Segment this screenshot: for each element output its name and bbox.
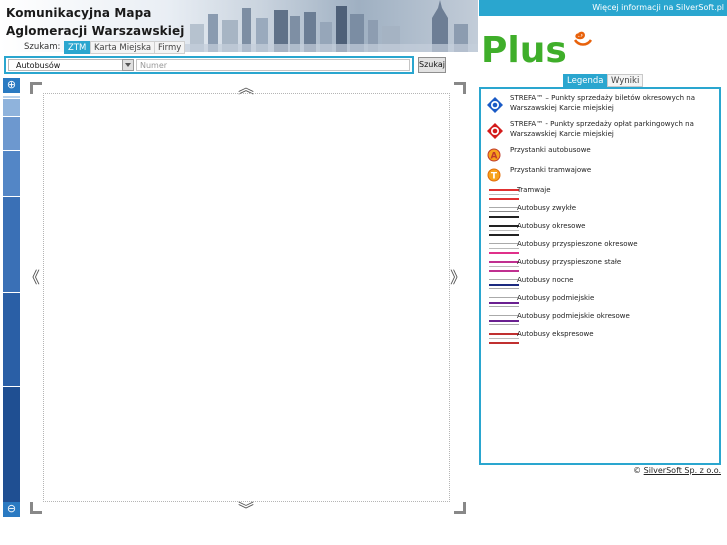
- transport-type-select[interactable]: Autobusów: [8, 59, 134, 71]
- legend-label: Autobusy zwykłe: [517, 204, 577, 212]
- logo-text: Plus: [481, 30, 567, 68]
- search-button[interactable]: Szukaj: [418, 57, 446, 73]
- corner-nw-icon[interactable]: [30, 82, 42, 94]
- legend-item: Autobusy przyspieszone stałe: [481, 257, 719, 275]
- legend-label: STREFA™ - Punkty sprzedaży opłat parking…: [510, 120, 694, 138]
- legend-panel: STREFA™ – Punkty sprzedaży biletów okres…: [479, 87, 721, 465]
- legend-item: Autobusy podmiejskie: [481, 293, 719, 311]
- legend-item: Autobusy podmiejskie okresowe: [481, 311, 719, 329]
- zoom-level-7[interactable]: [3, 386, 20, 502]
- legend-label: Przystanki tramwajowe: [510, 166, 592, 174]
- legend-item: Autobusy okresowe: [481, 221, 719, 239]
- corner-ne-icon[interactable]: [454, 82, 466, 94]
- map-canvas[interactable]: [43, 93, 450, 502]
- bus-stop-icon: A: [487, 148, 501, 162]
- search-box: Autobusów Numer: [4, 56, 414, 74]
- tab-firmy[interactable]: Firmy: [154, 41, 186, 54]
- svg-text:A: A: [491, 152, 498, 162]
- zoom-in-icon[interactable]: ⊕: [3, 78, 20, 93]
- legend-label: Autobusy przyspieszone okresowe: [517, 240, 638, 248]
- logo-smile-icon: [573, 39, 593, 46]
- search-label: Szukam:: [24, 42, 61, 52]
- title-line-1: Komunikacyjna Mapa: [6, 6, 152, 20]
- zoom-level-2[interactable]: [3, 98, 20, 116]
- legend-label: STREFA™ – Punkty sprzedaży biletów okres…: [510, 94, 696, 112]
- logo-swirl-icon: [575, 31, 585, 40]
- pan-down-icon[interactable]: ︾: [238, 502, 254, 518]
- legend-label: Autobusy nocne: [517, 276, 574, 284]
- legend-item: STREFA™ – Punkty sprzedaży biletów okres…: [481, 93, 719, 115]
- corner-sw-icon[interactable]: [30, 502, 42, 514]
- strefa-blue-icon: [487, 97, 503, 113]
- pan-left-icon[interactable]: 《: [24, 270, 40, 286]
- pan-right-icon[interactable]: 》: [450, 270, 466, 286]
- more-info-link[interactable]: Więcej informacji na SilverSoft.pl: [479, 0, 727, 16]
- legend-item: T Przystanki tramwajowe: [481, 165, 719, 182]
- legend-label: Autobusy podmiejskie okresowe: [517, 312, 630, 320]
- zoom-bar: ⊕ ⊖: [3, 78, 20, 520]
- legend-label: Przystanki autobusowe: [510, 146, 591, 154]
- zoom-level-5[interactable]: [3, 196, 20, 292]
- zoom-level-3[interactable]: [3, 116, 20, 150]
- copyright-footer: © SilverSoft Sp. z o.o.: [479, 466, 721, 475]
- tab-wyniki[interactable]: Wyniki: [607, 74, 644, 87]
- zoom-out-icon[interactable]: ⊖: [3, 502, 20, 517]
- tram-stop-icon: T: [487, 168, 501, 182]
- legend-item: Autobusy nocne: [481, 275, 719, 293]
- zoom-level-6[interactable]: [3, 292, 20, 386]
- plus-logo: Plus: [481, 30, 593, 68]
- chevron-down-icon[interactable]: [122, 59, 134, 71]
- legend-label: Autobusy okresowe: [517, 222, 586, 230]
- title-line-2: Aglomeracji Warszawskiej: [6, 24, 185, 38]
- legend-item: A Przystanki autobusowe: [481, 145, 719, 162]
- strefa-red-icon: [487, 123, 503, 139]
- legend-label: Tramwaje: [517, 186, 551, 194]
- app-root: Komunikacyjna Mapa Aglomeracji Warszawsk…: [0, 0, 727, 545]
- number-input[interactable]: Numer: [136, 59, 410, 71]
- search-category-bar: Szukam: ZTM Karta Miejska Firmy: [0, 40, 478, 56]
- legend-item: Autobusy przyspieszone okresowe: [481, 239, 719, 257]
- tab-legenda[interactable]: Legenda: [563, 74, 608, 87]
- copyright-prefix: ©: [633, 466, 644, 475]
- copyright-link[interactable]: SilverSoft Sp. z o.o.: [644, 466, 721, 475]
- tab-ztm[interactable]: ZTM: [64, 41, 91, 54]
- legend-label: Autobusy przyspieszone stałe: [517, 258, 622, 266]
- legend-item: Tramwaje: [481, 185, 719, 203]
- corner-se-icon[interactable]: [454, 502, 466, 514]
- legend-label: Autobusy ekspresowe: [517, 330, 594, 338]
- svg-text:T: T: [491, 172, 498, 182]
- tab-karta-miejska[interactable]: Karta Miejska: [90, 41, 156, 54]
- legend-item: Autobusy zwykłe: [481, 203, 719, 221]
- legend-item: STREFA™ - Punkty sprzedaży opłat parking…: [481, 119, 719, 141]
- zoom-level-4[interactable]: [3, 150, 20, 196]
- transport-type-value: Autobusów: [16, 61, 61, 70]
- legend-item: Autobusy ekspresowe: [481, 329, 719, 347]
- page-title: Komunikacyjna Mapa Aglomeracji Warszawsk…: [6, 4, 184, 40]
- legend-label: Autobusy podmiejskie: [517, 294, 595, 302]
